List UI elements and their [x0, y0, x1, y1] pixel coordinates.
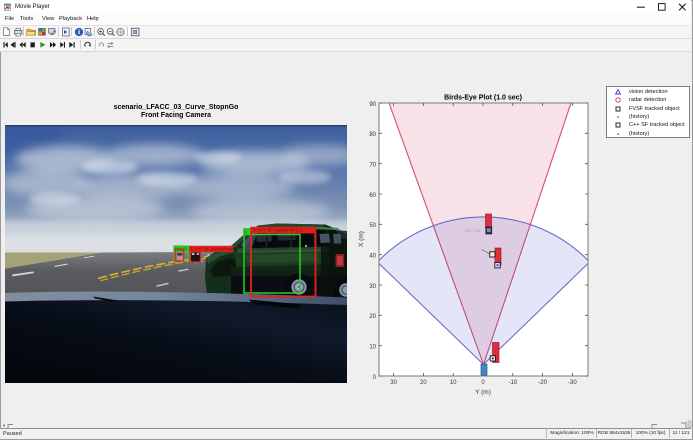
svg-text:-30: -30: [568, 380, 577, 386]
svg-text:1: C++ SF tracked W=1.8: 1: C++ SF tracked W=1.8: [253, 228, 303, 233]
svg-text:Birds-Eye Plot (1.0 sec): Birds-Eye Plot (1.0 sec): [444, 95, 522, 102]
svg-text:50: 50: [369, 223, 376, 229]
svg-text:60: 60: [369, 193, 376, 199]
svg-text:0: 0: [373, 375, 377, 381]
svg-text:Y (m): Y (m): [475, 389, 491, 396]
svg-text:80: 80: [369, 132, 376, 138]
svg-text:30: 30: [390, 380, 397, 386]
svg-text:0: 0: [481, 380, 485, 386]
svg-text:90: 90: [369, 102, 376, 108]
svg-text:-10: -10: [508, 380, 517, 386]
svg-text:10: 10: [369, 345, 376, 351]
svg-text:20: 20: [369, 314, 376, 320]
svg-text:20: 20: [420, 380, 427, 386]
svg-text:10: 10: [450, 380, 457, 386]
svg-text:(49.7,0.4): (49.7,0.4): [465, 229, 480, 233]
svg-text:40: 40: [369, 254, 376, 260]
svg-text:X (m): X (m): [358, 231, 365, 247]
svg-text:1: 1: [245, 229, 248, 235]
svg-text:1: C++ SF tracked+vspx: 1: C++ SF tracked+vspx: [191, 247, 237, 252]
svg-text:30: 30: [369, 284, 376, 290]
svg-text:70: 70: [369, 163, 376, 169]
svg-text:-20: -20: [538, 380, 547, 386]
